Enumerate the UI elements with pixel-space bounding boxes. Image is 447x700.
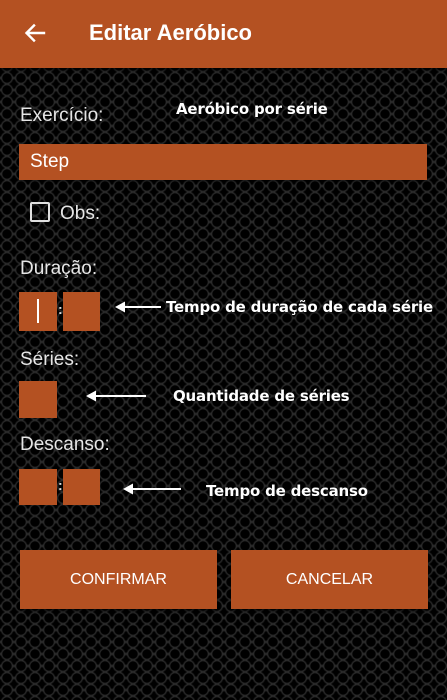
rest-annotation: Tempo de descanso	[206, 482, 368, 500]
duration-seconds-input[interactable]	[63, 292, 100, 331]
arrow-left-icon[interactable]	[24, 22, 46, 44]
rest-label: Descanso:	[20, 434, 110, 455]
duration-separator: :	[58, 301, 63, 317]
app-bar: Editar Aeróbico	[0, 0, 447, 68]
confirm-button[interactable]: CONFIRMAR	[20, 550, 217, 609]
rest-separator: :	[58, 477, 63, 493]
arrow-left-annotation-icon	[115, 301, 161, 313]
rest-seconds-input[interactable]	[63, 469, 100, 505]
rest-minutes-input[interactable]	[19, 469, 57, 505]
exercise-value: Step	[30, 151, 70, 172]
exercise-label: Exercício:	[20, 105, 104, 126]
exercise-annotation: Aeróbico por série	[176, 100, 328, 118]
exercise-field[interactable]: Step	[19, 144, 427, 180]
series-label: Séries:	[20, 349, 80, 370]
text-cursor	[37, 299, 39, 323]
cancel-button[interactable]: CANCELAR	[231, 550, 428, 609]
arrow-left-annotation-icon	[86, 390, 146, 402]
duration-annotation: Tempo de duração de cada série	[166, 298, 433, 316]
series-annotation: Quantidade de séries	[173, 387, 350, 405]
obs-checkbox[interactable]	[30, 202, 50, 222]
obs-label: Obs:	[60, 203, 101, 224]
duration-minutes-input[interactable]	[19, 292, 57, 331]
duration-label: Duração:	[20, 258, 98, 279]
arrow-left-annotation-icon	[123, 483, 181, 495]
page-title: Editar Aeróbico	[89, 20, 252, 45]
series-input[interactable]	[19, 381, 57, 418]
